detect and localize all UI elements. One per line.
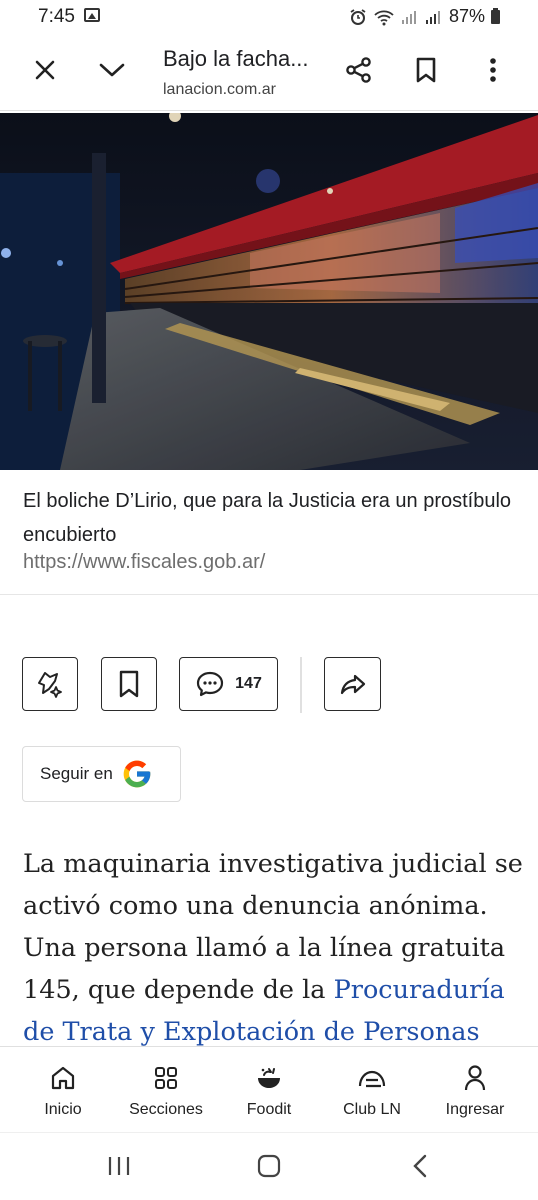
status-bar: 7:45 87%	[0, 0, 538, 34]
grid-icon	[155, 1067, 177, 1089]
chevron-down-icon	[99, 63, 125, 77]
battery-percent: 87%	[448, 6, 485, 26]
person-icon	[464, 1065, 486, 1091]
bookmark-icon	[119, 670, 139, 698]
nav-label: Secciones	[129, 1101, 203, 1118]
gallery-notification-icon	[84, 8, 100, 22]
nav-label: Foodit	[246, 1101, 292, 1118]
back-icon[interactable]	[410, 1153, 430, 1179]
more-vert-icon	[490, 58, 496, 82]
gift-article-button[interactable]	[22, 657, 78, 711]
bookmark-icon	[416, 57, 436, 83]
nav-item-ingresar[interactable]: Ingresar	[438, 1047, 512, 1133]
save-article-button[interactable]	[101, 657, 157, 711]
status-right: 87%	[349, 6, 500, 27]
sparkle-icon	[38, 672, 62, 698]
article-image[interactable]	[0, 113, 538, 470]
system-navigation-bar	[0, 1132, 538, 1200]
more-options-button[interactable]	[471, 48, 515, 92]
action-separator	[300, 657, 302, 713]
alarm-icon	[350, 8, 366, 25]
comment-count: 147	[235, 675, 262, 692]
status-time: 7:45	[38, 6, 75, 27]
bottom-navigation: Inicio Secciones Foodit Club LN Ingresar	[0, 1046, 538, 1133]
signal-icon-2	[425, 10, 440, 24]
bookmark-button[interactable]	[404, 48, 448, 92]
image-credit: https://www.fiscales.gob.ar/	[23, 551, 266, 573]
comment-icon	[197, 671, 224, 697]
close-button[interactable]	[23, 48, 67, 92]
minimize-button[interactable]	[90, 48, 134, 92]
share-article-button[interactable]	[324, 657, 381, 711]
nav-label: Inicio	[44, 1101, 82, 1118]
food-bowl-icon	[258, 1068, 280, 1088]
share-arrow-icon	[340, 674, 365, 695]
home-button-icon[interactable]	[257, 1154, 281, 1178]
nav-item-inicio[interactable]: Inicio	[28, 1047, 98, 1133]
nav-item-club-ln[interactable]: Club LN	[336, 1047, 408, 1133]
wifi-icon	[374, 10, 394, 25]
share-button[interactable]	[337, 48, 381, 92]
divider	[0, 594, 538, 595]
recent-apps-icon[interactable]	[107, 1155, 131, 1177]
share-icon	[346, 57, 371, 83]
page-url: lanacion.com.ar	[163, 81, 276, 98]
nav-item-foodit[interactable]: Foodit	[234, 1047, 304, 1133]
browser-toolbar: Bajo la facha... lanacion.com.ar	[0, 34, 538, 111]
bar-photo	[0, 113, 538, 470]
image-caption: El boliche D’Lirio, que para la Justicia…	[23, 490, 512, 546]
article-body: La maquinaria investigativa judicial se …	[23, 843, 523, 1053]
close-icon	[35, 60, 55, 80]
nav-label: Club LN	[343, 1101, 401, 1118]
battery-icon	[491, 7, 500, 24]
signal-icon	[401, 10, 416, 24]
home-icon	[51, 1066, 75, 1090]
nav-item-secciones[interactable]: Secciones	[121, 1047, 211, 1133]
club-card-icon	[358, 1070, 386, 1088]
comments-button[interactable]: 147	[179, 657, 278, 711]
page-title: Bajo la facha...	[163, 46, 309, 71]
follow-on-google-button[interactable]: Seguir en	[22, 746, 181, 802]
google-logo-icon	[123, 760, 151, 788]
follow-label: Seguir en	[40, 764, 113, 783]
nav-label: Ingresar	[445, 1101, 505, 1118]
